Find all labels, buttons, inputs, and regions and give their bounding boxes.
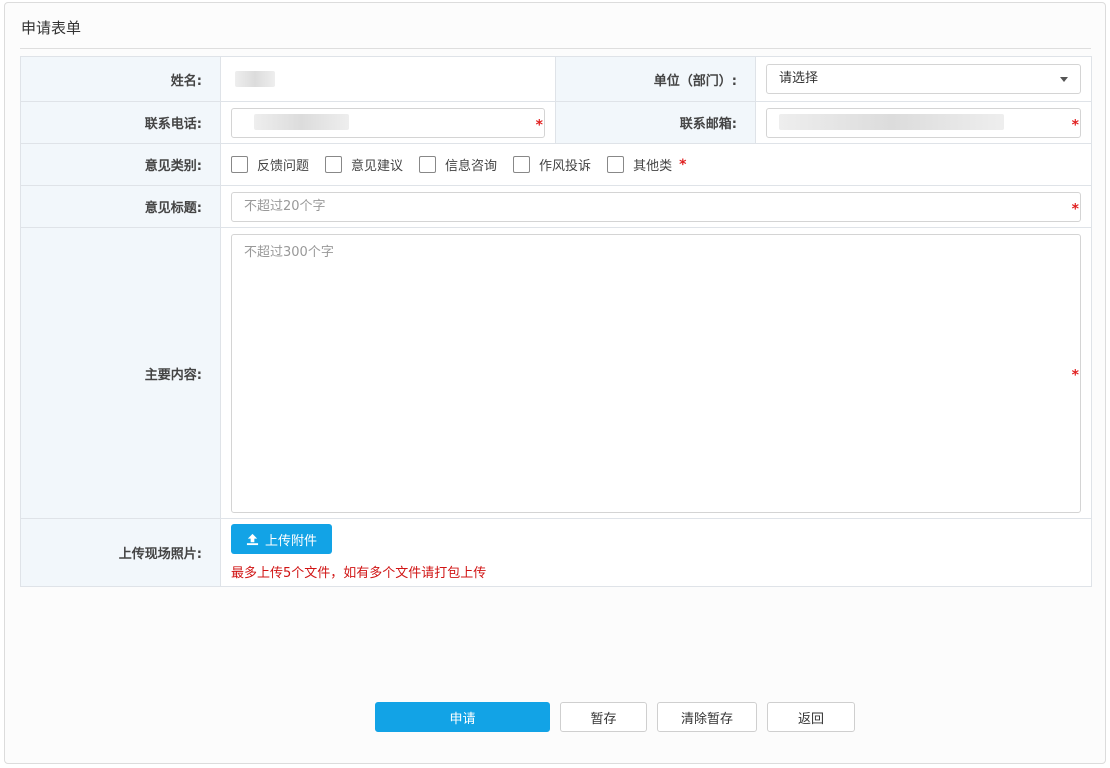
clear-draft-button[interactable]: 清除暂存	[657, 702, 757, 732]
email-required-mark: *	[1071, 116, 1079, 133]
checkbox[interactable]	[231, 156, 248, 173]
email-input[interactable]	[766, 107, 1081, 138]
category-option-suggestion[interactable]: 意见建议	[325, 155, 403, 174]
content-required-mark: *	[1071, 367, 1079, 384]
upload-icon	[246, 533, 259, 545]
checkbox[interactable]	[419, 156, 437, 173]
row-name-unit: 姓名: 单位（部门）: 请选择	[20, 56, 1092, 102]
email-label: 联系邮箱:	[555, 101, 756, 144]
content-textarea[interactable]: 不超过300个字	[231, 233, 1081, 513]
subject-required-mark: *	[1071, 200, 1079, 217]
row-upload: 上传现场照片: 上传附件 最多上传5个文件，如有多个文件请打包上传	[20, 518, 1092, 587]
category-option-feedback[interactable]: 反馈问题	[231, 155, 309, 174]
category-checkbox-group: 反馈问题 意见建议 信息咨询 作风投诉 其他类 *	[231, 155, 1081, 174]
panel-title: 申请表单	[21, 19, 82, 37]
row-category: 意见类别: 反馈问题 意见建议 信息咨询 作风投诉 其他类 *	[20, 143, 1092, 186]
phone-required-mark: *	[535, 116, 543, 133]
category-option-inquiry[interactable]: 信息咨询	[419, 155, 497, 174]
action-bar: 申请 暂存 清除暂存 返回	[0, 702, 1110, 734]
name-label: 姓名:	[20, 56, 221, 102]
unit-label: 单位（部门）:	[555, 56, 756, 102]
submit-button[interactable]: 申请	[375, 702, 550, 732]
checkbox[interactable]	[325, 156, 343, 173]
content-label: 主要内容:	[20, 227, 221, 519]
upload-attachment-button[interactable]: 上传附件	[231, 524, 333, 554]
subject-label: 意见标题:	[20, 185, 221, 228]
save-draft-button[interactable]: 暂存	[560, 702, 647, 732]
category-option-other[interactable]: 其他类	[607, 155, 672, 174]
upload-label: 上传现场照片:	[20, 518, 221, 587]
category-label: 意见类别:	[20, 143, 221, 186]
category-option-complaint[interactable]: 作风投诉	[513, 155, 591, 174]
chevron-down-icon	[1060, 76, 1068, 82]
unit-select[interactable]: 请选择	[766, 64, 1081, 94]
email-redacted	[779, 114, 1004, 130]
phone-redacted	[254, 114, 349, 130]
phone-input[interactable]	[231, 107, 545, 138]
back-button[interactable]: 返回	[767, 702, 855, 732]
category-required-mark: *	[679, 156, 687, 173]
form-panel: 申请表单 姓名: 单位（部门）: 请选择 联系电话: * 联系邮箱: * 意见类…	[4, 2, 1106, 764]
checkbox[interactable]	[607, 156, 625, 173]
row-subject: 意见标题: 不超过20个字 *	[20, 185, 1092, 228]
title-divider	[20, 48, 1091, 49]
unit-select-value: 请选择	[779, 71, 819, 86]
checkbox[interactable]	[513, 156, 531, 173]
phone-label: 联系电话:	[20, 101, 221, 144]
row-content: 主要内容: 不超过300个字 *	[20, 227, 1092, 519]
row-phone-email: 联系电话: * 联系邮箱: *	[20, 101, 1092, 144]
name-value	[220, 56, 556, 102]
subject-input[interactable]: 不超过20个字	[231, 191, 1081, 222]
name-redacted	[235, 71, 275, 87]
upload-note: 最多上传5个文件，如有多个文件请打包上传	[231, 566, 487, 581]
application-form: 姓名: 单位（部门）: 请选择 联系电话: * 联系邮箱: * 意见类别: 反馈…	[20, 56, 1092, 587]
